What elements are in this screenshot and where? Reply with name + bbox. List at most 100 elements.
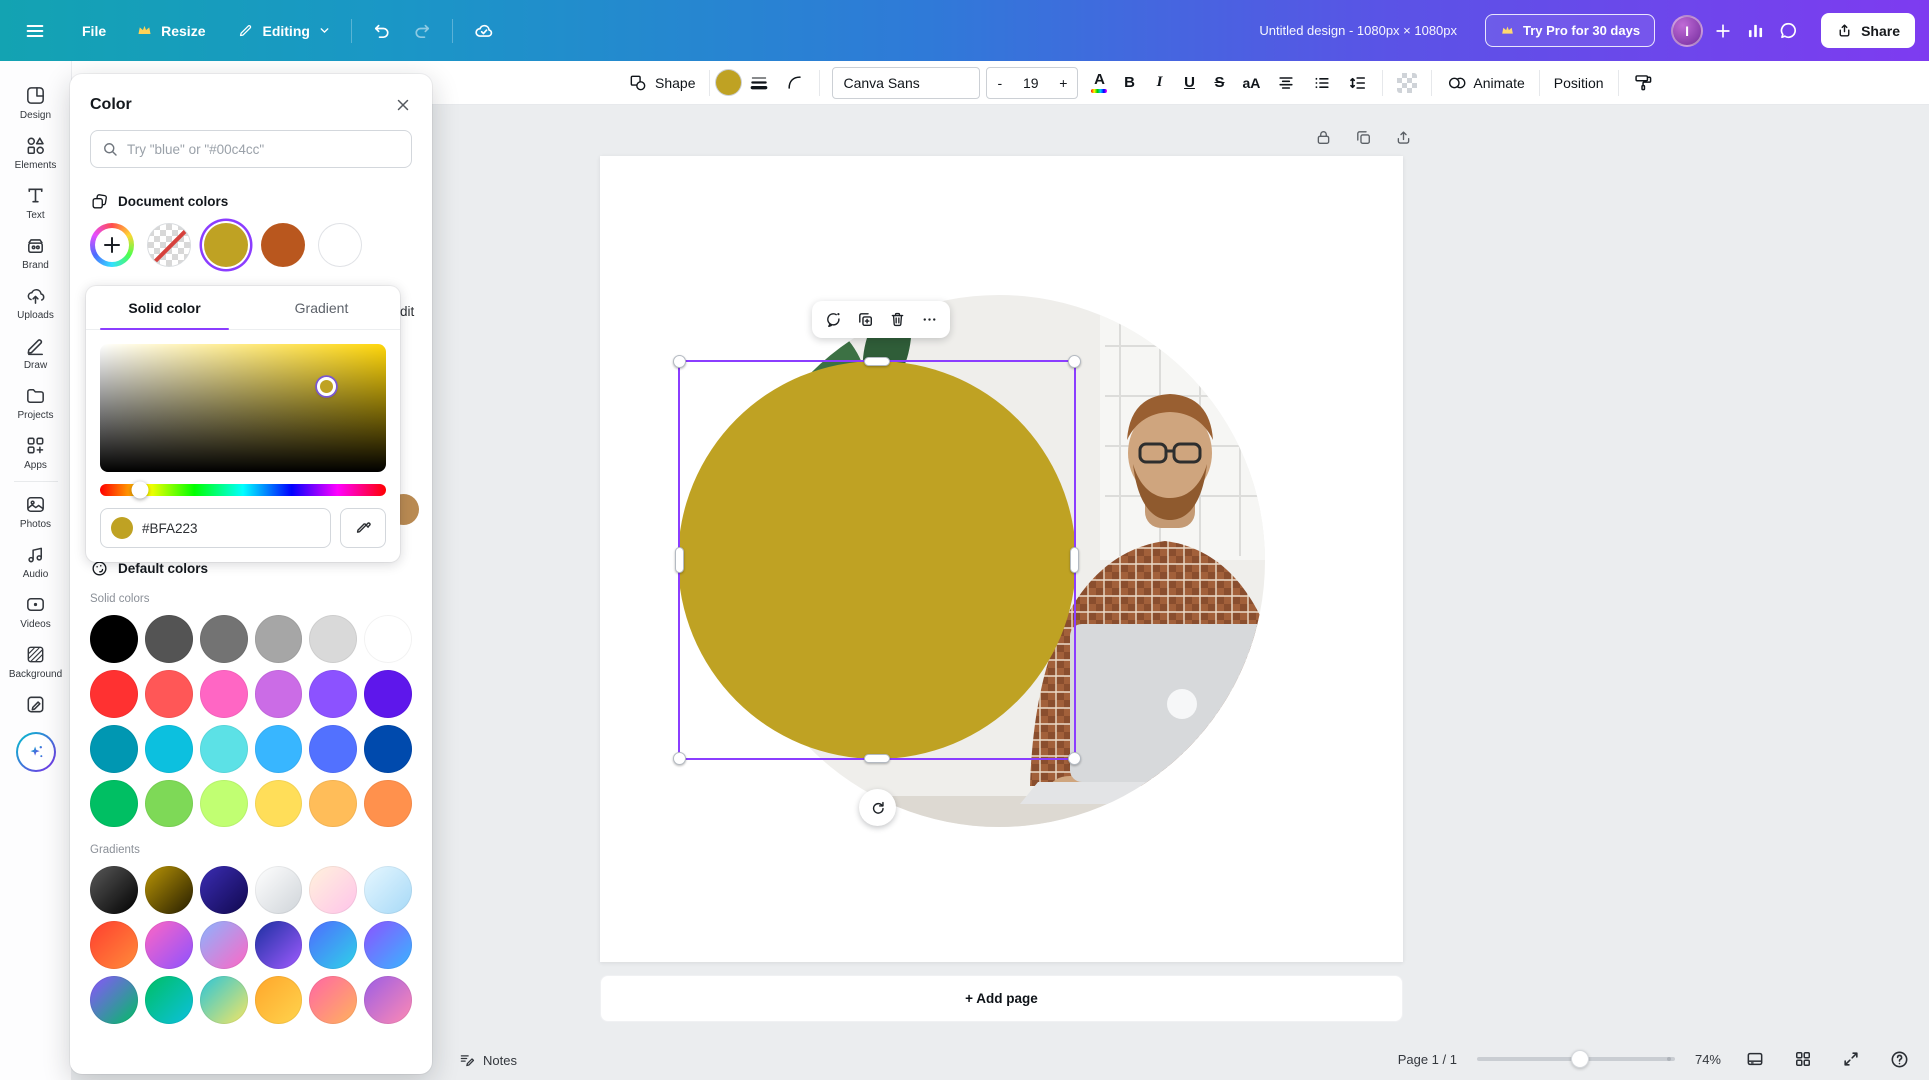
document-color-swatch[interactable]: [261, 223, 305, 267]
sidebar-item-text[interactable]: Text: [3, 177, 69, 227]
grid-view-button[interactable]: [1789, 1045, 1817, 1073]
color-swatch[interactable]: [200, 670, 248, 718]
saturation-handle[interactable]: [317, 377, 336, 396]
add-page-button[interactable]: + Add page: [600, 975, 1403, 1022]
try-pro-button[interactable]: Try Pro for 30 days: [1485, 14, 1655, 47]
add-member-button[interactable]: [1707, 15, 1739, 47]
alignment-button[interactable]: [1268, 67, 1304, 99]
color-swatch[interactable]: [255, 725, 303, 773]
list-button[interactable]: [1304, 67, 1340, 99]
sidebar-item-brand[interactable]: Brand: [3, 227, 69, 277]
gradient-swatch[interactable]: [90, 866, 138, 914]
hue-slider[interactable]: [100, 484, 386, 496]
sidebar-item-uploads[interactable]: Uploads: [3, 277, 69, 327]
comment-button[interactable]: [818, 305, 848, 335]
spacing-button[interactable]: [1340, 67, 1376, 99]
color-swatch[interactable]: [90, 780, 138, 828]
resize-handle-bottom-right[interactable]: [1068, 752, 1081, 765]
resize-handle-top-right[interactable]: [1068, 355, 1081, 368]
gradient-swatch[interactable]: [145, 866, 193, 914]
font-size-decrease[interactable]: -: [997, 75, 1002, 91]
eyedropper-button[interactable]: [340, 508, 386, 548]
sidebar-item-photos[interactable]: Photos: [3, 486, 69, 536]
design-title[interactable]: Untitled design - 1080px × 1080px: [1259, 23, 1457, 38]
color-swatch[interactable]: [255, 615, 303, 663]
zoom-slider-handle[interactable]: [1571, 1050, 1589, 1068]
color-swatch[interactable]: [145, 780, 193, 828]
lock-page-button[interactable]: [1308, 122, 1338, 152]
color-swatch[interactable]: [364, 780, 412, 828]
color-swatch[interactable]: [200, 615, 248, 663]
bold-button[interactable]: B: [1114, 67, 1144, 99]
gradient-swatch[interactable]: [309, 976, 357, 1024]
magic-assistant-button[interactable]: [16, 732, 56, 772]
cloud-save-status[interactable]: [463, 12, 505, 50]
fullscreen-button[interactable]: [1837, 1045, 1865, 1073]
resize-handle-right[interactable]: [1070, 547, 1079, 573]
color-swatch[interactable]: [90, 615, 138, 663]
gradient-swatch[interactable]: [145, 921, 193, 969]
sidebar-item-design[interactable]: Design: [3, 77, 69, 127]
rotate-handle[interactable]: [859, 789, 896, 826]
resize-handle-bottom[interactable]: [864, 754, 890, 763]
color-swatch[interactable]: [255, 780, 303, 828]
color-swatch[interactable]: [364, 670, 412, 718]
color-swatch[interactable]: [145, 615, 193, 663]
color-swatch[interactable]: [309, 725, 357, 773]
font-size-increase[interactable]: +: [1059, 75, 1067, 91]
color-swatch[interactable]: [90, 725, 138, 773]
resize-handle-left[interactable]: [675, 547, 684, 573]
shape-tool-button[interactable]: Shape: [620, 67, 703, 99]
duplicate-button[interactable]: [850, 305, 880, 335]
hue-handle[interactable]: [132, 482, 149, 499]
export-page-button[interactable]: [1388, 122, 1418, 152]
border-style-button[interactable]: [741, 67, 777, 99]
color-swatch[interactable]: [309, 780, 357, 828]
text-color-button[interactable]: A: [1084, 72, 1114, 93]
hex-input[interactable]: [142, 521, 320, 536]
color-swatch[interactable]: [364, 615, 412, 663]
color-search-input[interactable]: [127, 142, 401, 157]
sidebar-item-background[interactable]: Background: [3, 636, 69, 686]
help-button[interactable]: [1885, 1045, 1913, 1073]
line-curve-button[interactable]: [777, 67, 813, 99]
saturation-picker[interactable]: [100, 344, 386, 472]
color-swatch[interactable]: [200, 725, 248, 773]
notes-button[interactable]: Notes: [458, 1051, 517, 1069]
insights-button[interactable]: [1739, 14, 1772, 47]
color-swatch[interactable]: [309, 615, 357, 663]
comments-button[interactable]: [1772, 14, 1805, 47]
color-swatch[interactable]: [90, 670, 138, 718]
redo-button[interactable]: [402, 13, 442, 49]
gradient-swatch[interactable]: [309, 921, 357, 969]
color-swatch[interactable]: [200, 780, 248, 828]
delete-button[interactable]: [882, 305, 912, 335]
transparent-swatch[interactable]: [147, 223, 191, 267]
gradient-swatch[interactable]: [200, 921, 248, 969]
undo-button[interactable]: [362, 13, 402, 49]
share-button[interactable]: Share: [1821, 13, 1915, 48]
gradient-swatch[interactable]: [364, 921, 412, 969]
color-swatch[interactable]: [145, 725, 193, 773]
sidebar-item-image-editor[interactable]: [3, 686, 69, 722]
color-swatch[interactable]: [309, 670, 357, 718]
sidebar-item-draw[interactable]: Draw: [3, 327, 69, 377]
resize-handle-top-left[interactable]: [673, 355, 686, 368]
add-color-swatch[interactable]: [90, 223, 134, 267]
avatar[interactable]: I: [1671, 15, 1703, 47]
strikethrough-button[interactable]: S: [1204, 67, 1234, 99]
resize-handle-top[interactable]: [864, 357, 890, 366]
resize-button[interactable]: Resize: [126, 14, 215, 47]
gradient-swatch[interactable]: [255, 976, 303, 1024]
zoom-slider[interactable]: [1477, 1044, 1675, 1074]
gradient-swatch[interactable]: [200, 976, 248, 1024]
main-menu-button[interactable]: [14, 12, 56, 50]
editing-mode-dropdown[interactable]: Editing: [227, 14, 340, 47]
position-button[interactable]: Position: [1546, 67, 1612, 99]
gradient-swatch[interactable]: [90, 976, 138, 1024]
italic-button[interactable]: I: [1144, 67, 1174, 99]
transparency-button[interactable]: [1389, 67, 1425, 99]
gradient-swatch[interactable]: [90, 921, 138, 969]
font-family-select[interactable]: Canva Sans: [832, 67, 980, 99]
gradient-swatch[interactable]: [200, 866, 248, 914]
